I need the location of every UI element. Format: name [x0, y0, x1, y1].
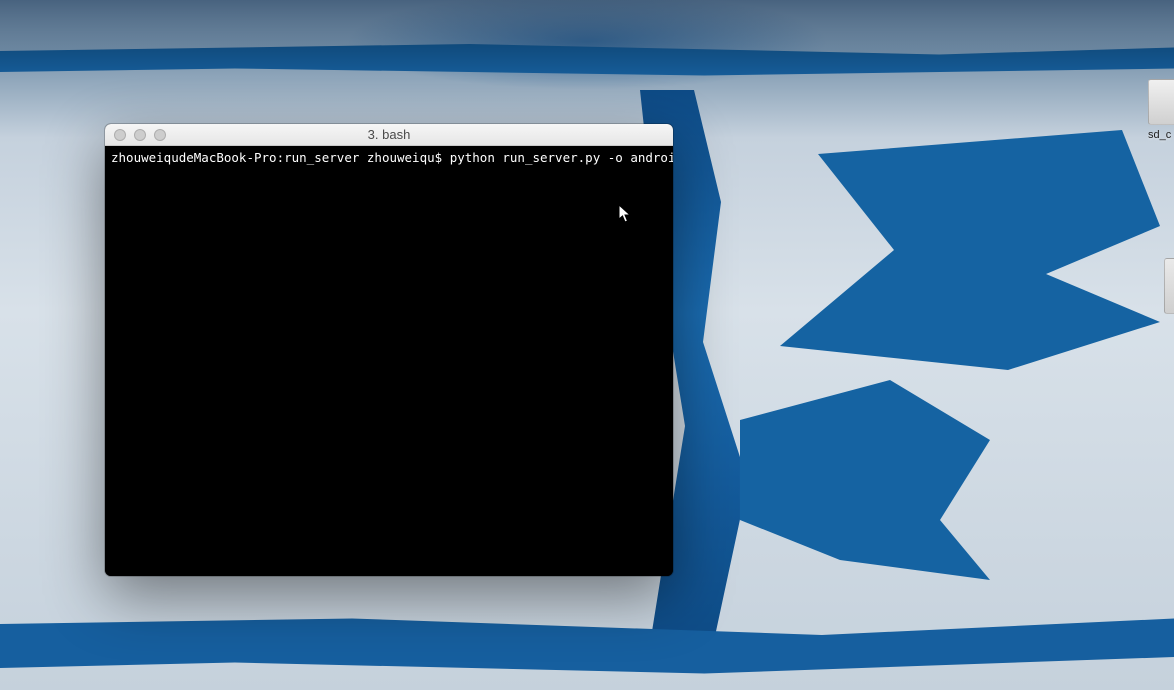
window-title: 3. bash — [105, 127, 673, 142]
desktop-file-icon[interactable]: sd_c — [1148, 79, 1174, 155]
prompt-path: run_server — [284, 150, 359, 165]
terminal-command: python run_server.py -o android — [450, 150, 673, 165]
desktop-file-icon-2[interactable] — [1164, 258, 1174, 314]
window-titlebar[interactable]: 3. bash — [105, 124, 673, 146]
prompt-username: zhouweiqu — [367, 150, 435, 165]
maximize-button[interactable] — [154, 129, 166, 141]
desktop-file-label: sd_c — [1148, 129, 1174, 141]
prompt-hostname: zhouweiqudeMacBook-Pro — [111, 150, 277, 165]
close-button[interactable] — [114, 129, 126, 141]
terminal-content[interactable]: zhouweiqudeMacBook-Pro:run_server zhouwe… — [105, 146, 673, 576]
minimize-button[interactable] — [134, 129, 146, 141]
file-thumbnail-icon — [1148, 79, 1174, 125]
terminal-window[interactable]: 3. bash zhouweiqudeMacBook-Pro:run_serve… — [105, 124, 673, 576]
terminal-prompt-line: zhouweiqudeMacBook-Pro:run_server zhouwe… — [111, 150, 673, 165]
window-controls — [105, 129, 166, 141]
